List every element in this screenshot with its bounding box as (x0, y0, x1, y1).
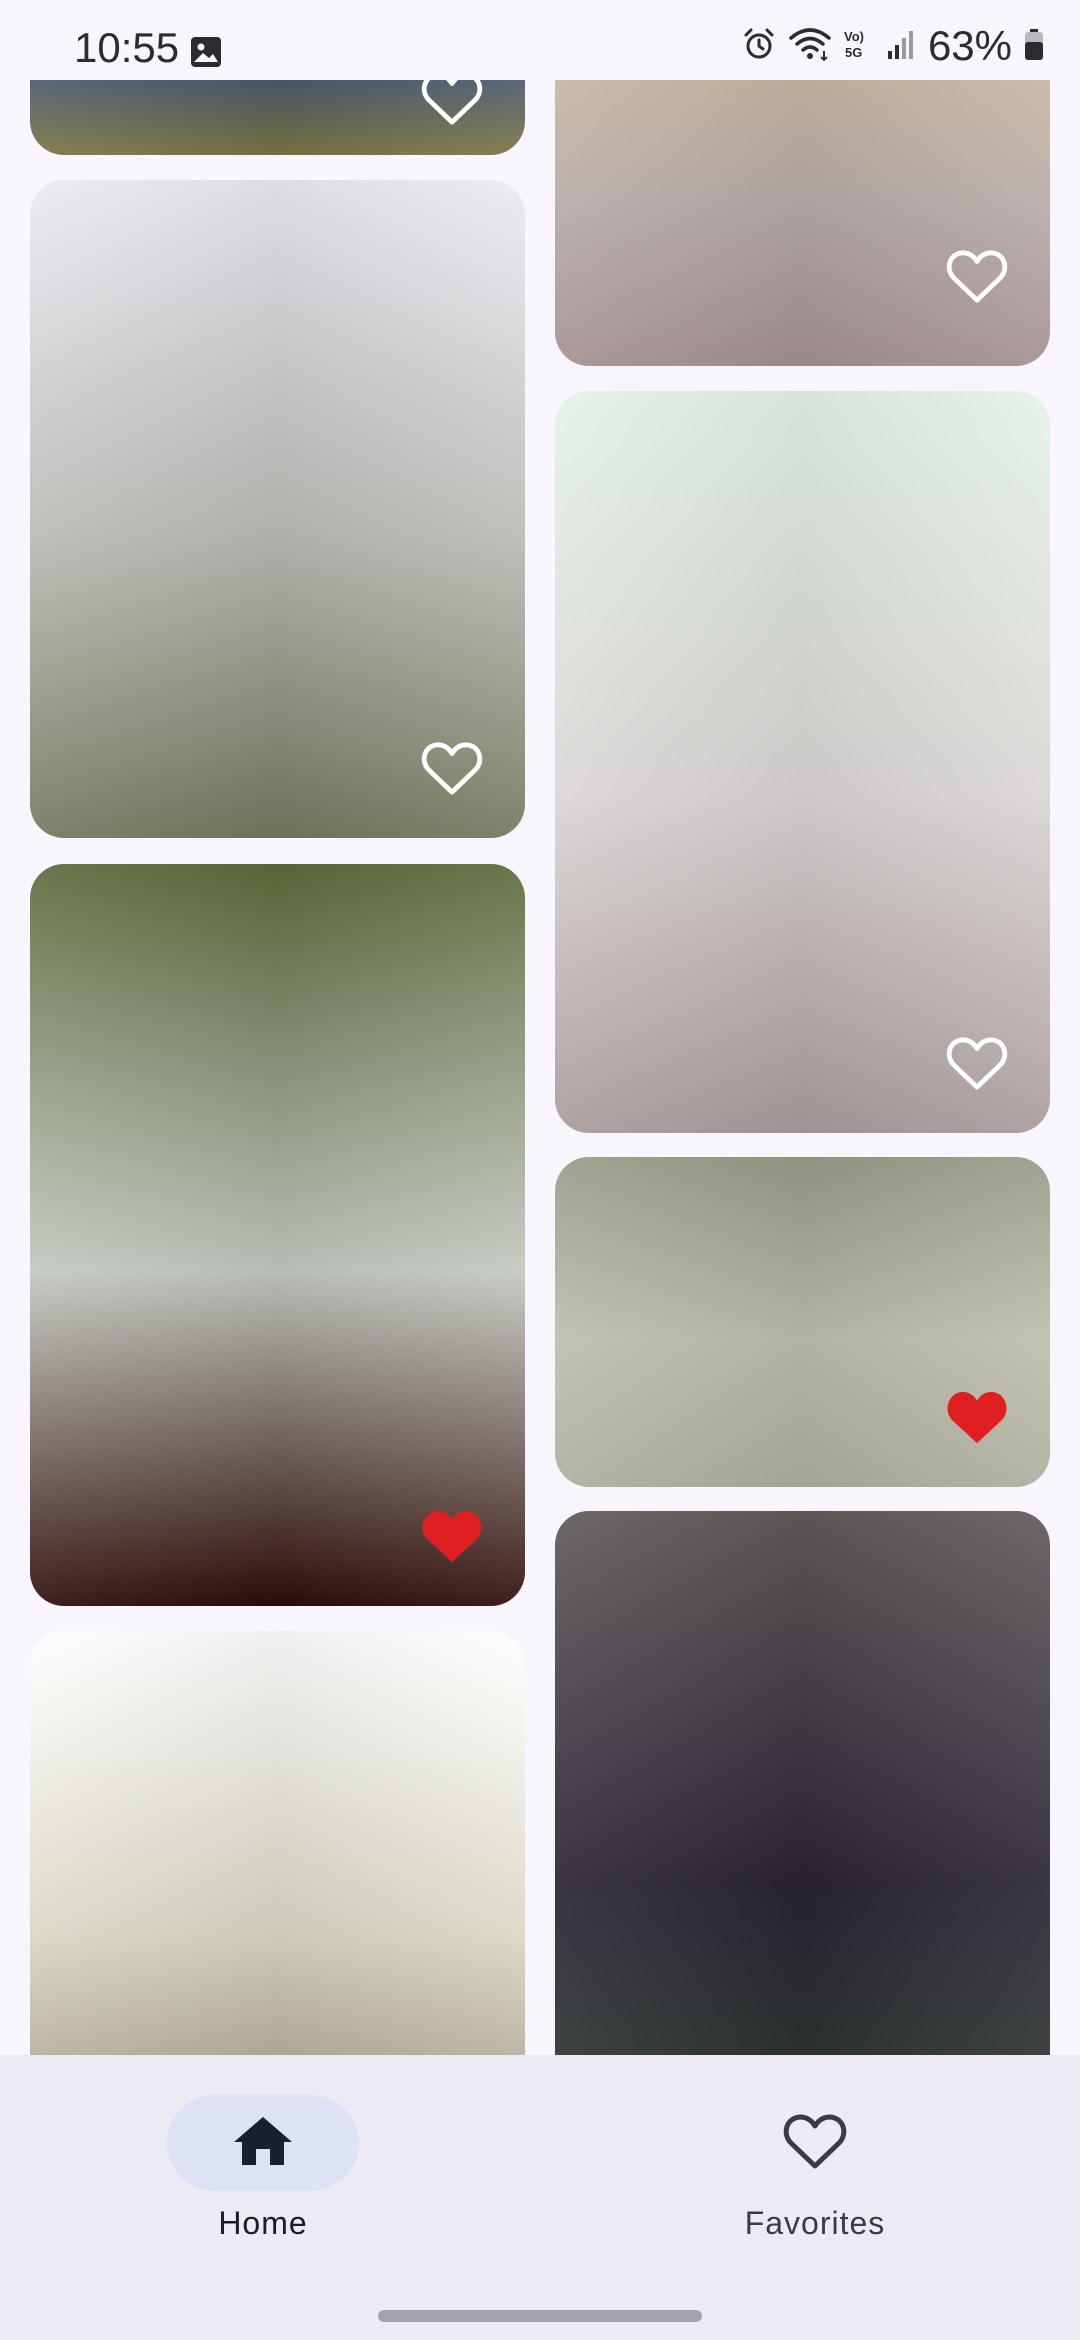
battery-percent: 63% (927, 22, 1012, 69)
heart-outline-icon[interactable] (946, 1035, 1008, 1091)
heart-filled-icon[interactable] (421, 1508, 483, 1564)
heart-outline-icon[interactable] (946, 248, 1008, 304)
heart-outline-icon (783, 2112, 847, 2175)
image-card[interactable] (555, 391, 1050, 1133)
status-bar: 10:55 Vo) 5G 63% (0, 0, 1080, 80)
volte-5g-icon: Vo) 5G (844, 27, 874, 66)
nav-indicator-home (167, 2095, 359, 2191)
image-card[interactable] (555, 1157, 1050, 1487)
nav-indicator-favorites (719, 2095, 911, 2191)
status-time: 10:55 (74, 24, 180, 71)
svg-text:5G: 5G (845, 45, 862, 60)
bottom-navigation: Home Favorites (0, 2055, 1080, 2340)
heart-outline-icon[interactable] (421, 80, 483, 126)
home-icon (232, 2115, 294, 2172)
wifi-icon (788, 27, 832, 66)
image-feed[interactable] (0, 80, 1080, 2055)
svg-text:Vo): Vo) (844, 29, 864, 44)
image-card[interactable] (555, 1511, 1050, 2055)
nav-item-home[interactable]: Home (113, 2095, 413, 2265)
gesture-handle[interactable] (378, 2310, 702, 2322)
image-card[interactable] (30, 80, 525, 155)
battery-icon (1024, 27, 1044, 66)
nav-label-home: Home (218, 2205, 308, 2241)
signal-icon (886, 27, 916, 66)
image-card[interactable] (30, 180, 525, 838)
status-icons: Vo) 5G 63% (742, 22, 1044, 70)
image-card[interactable] (30, 864, 525, 1606)
image-card[interactable] (30, 1631, 525, 2055)
heart-outline-icon[interactable] (421, 740, 483, 796)
image-icon (190, 36, 222, 73)
nav-item-favorites[interactable]: Favorites (665, 2095, 965, 2265)
alarm-icon (742, 27, 776, 66)
heart-filled-icon[interactable] (946, 1389, 1008, 1445)
image-card[interactable] (555, 80, 1050, 366)
nav-label-favorites: Favorites (744, 2205, 886, 2241)
